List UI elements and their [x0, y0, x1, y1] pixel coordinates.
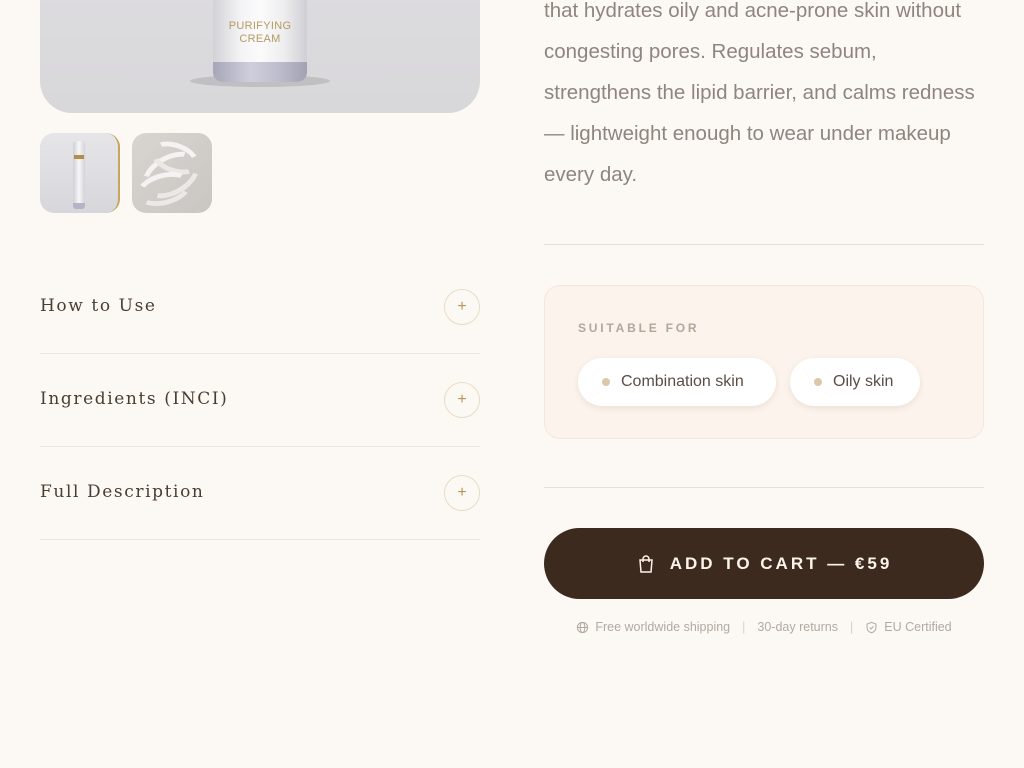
perk-separator: |: [850, 620, 854, 634]
bottle-label-line-1: PURIFYING: [228, 20, 292, 32]
skin-type-chip: Combination skin: [578, 358, 776, 406]
divider: [544, 487, 984, 488]
product-accordion: How to Use + Ingredients (INCI) + Full D…: [40, 261, 480, 540]
globe-icon: [577, 621, 589, 633]
chip-label: Oily skin: [833, 373, 894, 390]
add-to-cart-button[interactable]: ADD TO CART — €59: [544, 528, 984, 599]
product-main-image: PURIFYING CREAM: [40, 0, 480, 113]
thumbnail-texture[interactable]: [132, 133, 212, 213]
shopping-bag-icon: [638, 554, 653, 573]
dot-icon: [814, 378, 822, 386]
perks-row: Free worldwide shipping | 30-day returns…: [544, 618, 984, 636]
shield-icon: [866, 621, 877, 633]
accordion-item-how-to-use[interactable]: How to Use +: [40, 261, 480, 354]
perk-separator: |: [742, 620, 746, 634]
thumbnail-bottle[interactable]: [40, 133, 120, 213]
perk-certified: EU Certified: [884, 620, 952, 634]
plus-icon[interactable]: +: [444, 475, 480, 511]
plus-icon[interactable]: +: [444, 382, 480, 418]
accordion-label: Ingredients (INCI): [40, 389, 229, 409]
dot-icon: [602, 378, 610, 386]
thumbnail-bottle-cap: [74, 155, 84, 159]
accordion-item-full-description[interactable]: Full Description +: [40, 447, 480, 540]
accordion-label: How to Use: [40, 296, 157, 316]
perk-shipping: Free worldwide shipping: [595, 620, 731, 634]
accordion-item-ingredients[interactable]: Ingredients (INCI) +: [40, 354, 480, 447]
product-description: that hydrates oily and acne-prone skin w…: [544, 0, 975, 186]
divider: [544, 244, 984, 245]
thumbnail-bottle-base: [73, 203, 85, 209]
suitable-for-title: SUITABLE FOR: [578, 321, 700, 335]
thumbnail-bottle-shape: [73, 141, 85, 209]
bottle-base: [213, 62, 307, 82]
skin-type-chip: Oily skin: [790, 358, 920, 406]
chip-label: Combination skin: [621, 373, 744, 390]
plus-icon[interactable]: +: [444, 289, 480, 325]
bottle-label-line-2: CREAM: [239, 33, 281, 45]
suitable-for-panel: SUITABLE FOR Combination skin Oily skin: [544, 285, 984, 439]
bottle-label: PURIFYING CREAM: [213, 20, 307, 46]
accordion-label: Full Description: [40, 482, 205, 502]
perk-returns: 30-day returns: [757, 620, 838, 634]
add-to-cart-label: ADD TO CART — €59: [669, 553, 893, 573]
